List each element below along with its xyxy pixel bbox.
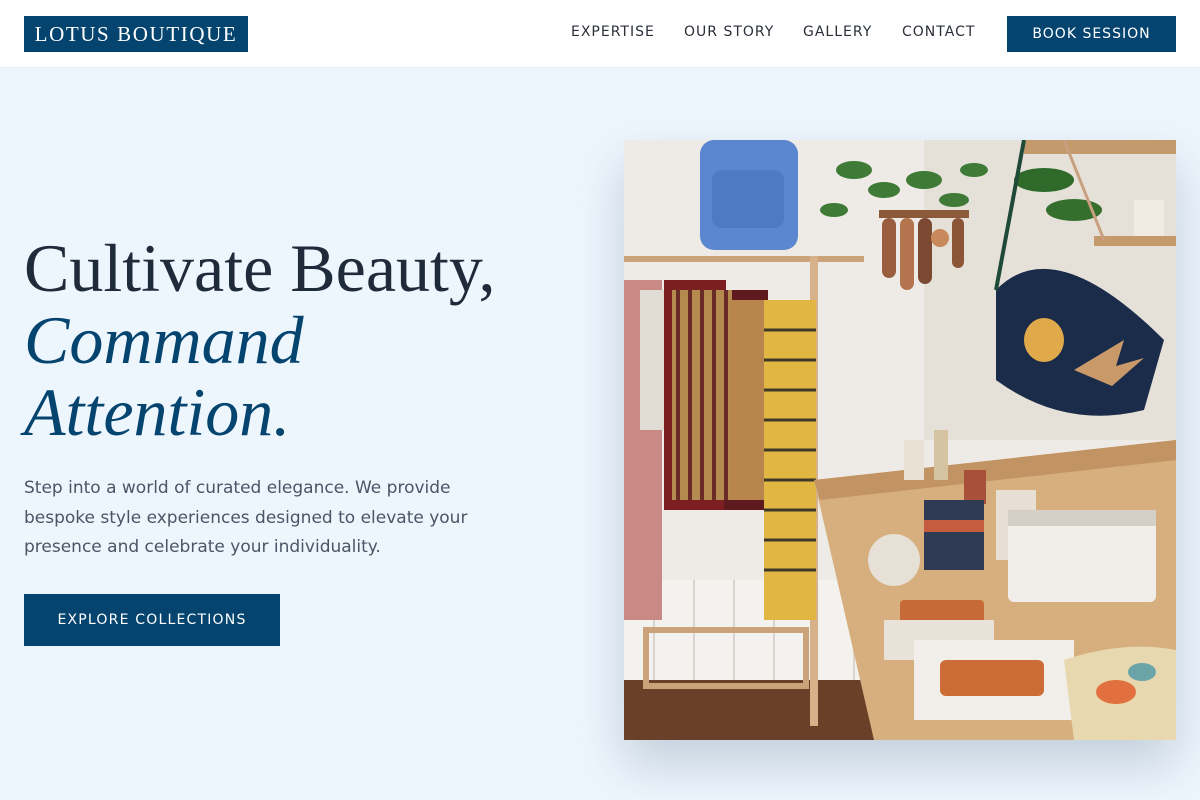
hero-image — [624, 140, 1176, 740]
nav-link-gallery[interactable]: GALLERY — [803, 24, 872, 40]
hero-description: Step into a world of curated elegance. W… — [24, 478, 468, 557]
headline-line-2: Command — [24, 302, 304, 378]
nav-link-contact[interactable]: CONTACT — [902, 24, 975, 40]
headline-line-1: Cultivate Beauty, — [24, 230, 496, 306]
explore-collections-button[interactable]: EXPLORE COLLECTIONS — [24, 594, 280, 646]
book-session-button[interactable]: BOOK SESSION — [1007, 16, 1176, 52]
nav-link-our-story[interactable]: OUR STORY — [684, 24, 774, 40]
site-header: LOTUS BOUTIQUE EXPERTISE OUR STORY GALLE… — [0, 0, 1200, 68]
hero-headline: Cultivate Beauty, Command Attention. — [24, 232, 584, 448]
nav-link-expertise[interactable]: EXPERTISE — [571, 24, 655, 40]
headline-line-3: Attention. — [24, 374, 291, 450]
brand-logo[interactable]: LOTUS BOUTIQUE — [24, 16, 248, 52]
